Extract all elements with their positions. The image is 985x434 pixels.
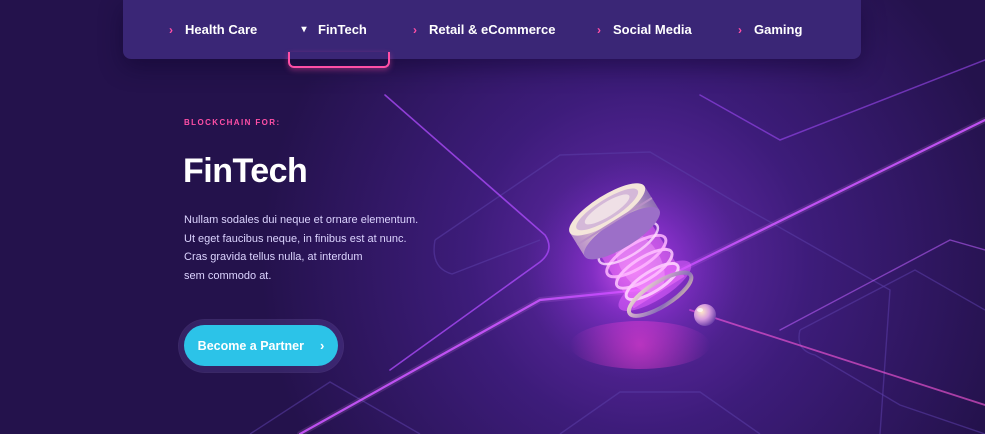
- tab-label: Retail & eCommerce: [429, 22, 556, 37]
- chevron-down-icon: ▾: [301, 23, 307, 35]
- cta-label: Become a Partner: [197, 338, 304, 353]
- hero-eyebrow: BLOCKCHAIN FOR:: [184, 118, 281, 127]
- tab-gaming[interactable]: › Gaming: [736, 0, 802, 59]
- tab-label: FinTech: [318, 22, 367, 37]
- tab-label: Gaming: [754, 22, 803, 37]
- active-tab-indicator: [288, 52, 390, 68]
- chevron-right-icon: ›: [597, 22, 601, 37]
- chevron-right-icon: ›: [738, 22, 742, 37]
- description-line: Cras gravida tellus nulla, at interdum: [184, 251, 363, 263]
- chevron-right-icon: ›: [319, 338, 325, 353]
- tab-label: Health Care: [185, 22, 258, 37]
- tab-fintech[interactable]: ▾ FinTech: [286, 0, 381, 59]
- tab-label: Social Media: [613, 22, 692, 37]
- chevron-right-icon: ›: [413, 22, 417, 37]
- description-line: Nullam sodales dui neque et ornare eleme…: [184, 214, 419, 226]
- description-line: Ut eget faucibus neque, in finibus est a…: [184, 232, 407, 245]
- hero-title: FinTech: [183, 152, 308, 190]
- hero-illustration: [0, 0, 985, 434]
- become-partner-button[interactable]: Become a Partner ›: [184, 325, 338, 366]
- chevron-right-icon: ›: [169, 22, 173, 37]
- industry-tab-bar: › Health Care ▾ FinTech › Retail & eComm…: [123, 0, 861, 59]
- tab-health-care[interactable]: › Health Care: [167, 0, 257, 59]
- hero-description: Nullam sodales dui neque et ornare eleme…: [184, 211, 444, 285]
- description-line: sem commodo at.: [184, 269, 272, 282]
- tab-retail-ecommerce[interactable]: › Retail & eCommerce: [411, 0, 555, 59]
- tab-social-media[interactable]: › Social Media: [595, 0, 692, 59]
